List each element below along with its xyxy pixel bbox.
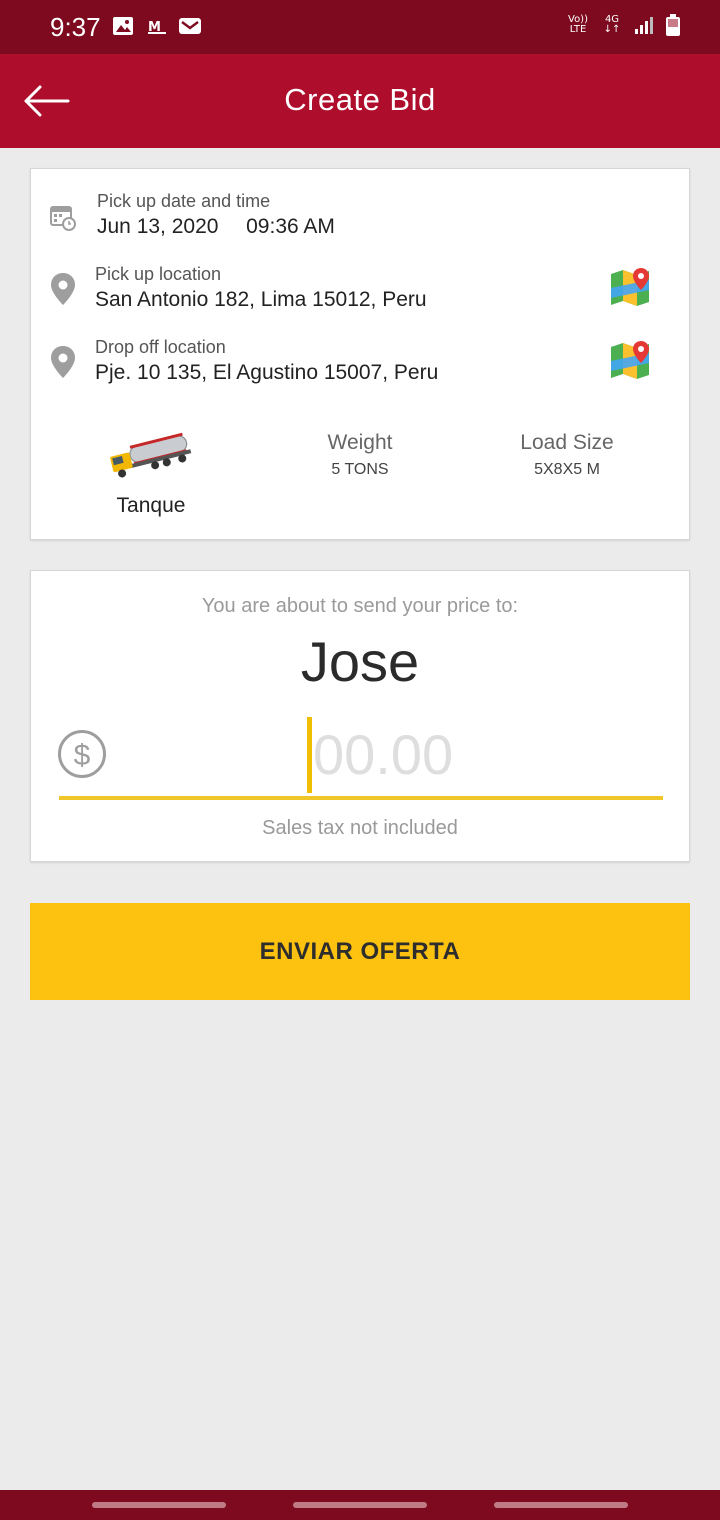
recipient-name: Jose (300, 630, 420, 693)
nav-back-handle[interactable] (494, 1502, 628, 1508)
map-icon[interactable] (609, 268, 653, 308)
price-input-underline (59, 796, 663, 800)
gmail-icon: M (148, 20, 166, 35)
status-time: 9:37 (50, 12, 101, 42)
calendar-clock-icon (50, 206, 76, 231)
dollar-icon: $ (58, 730, 106, 778)
dropoff-location-value: Pje. 10 135, El Agustino 15007, Peru (95, 361, 439, 384)
weight-value: 5 TONS (331, 461, 389, 478)
app-bar: Create Bid (0, 54, 720, 148)
pickup-datetime-row: Pick up date and time Jun 13, 2020 09:36… (31, 191, 691, 251)
weight-title: Weight (327, 431, 393, 454)
mail-icon (179, 18, 201, 34)
pickup-date: Jun 13, 2020 (97, 215, 219, 238)
trip-details-card: Pick up date and time Jun 13, 2020 09:36… (30, 168, 690, 540)
image-icon (113, 17, 133, 35)
svg-text:$: $ (74, 739, 91, 772)
nav-home-handle[interactable] (293, 1502, 427, 1508)
tanker-truck-icon (110, 432, 192, 478)
vehicle-type: Tanque (116, 494, 186, 517)
pickup-datetime-label: Pick up date and time (97, 191, 271, 211)
nav-recents-handle[interactable] (92, 1502, 226, 1508)
page-title: Create Bid (284, 82, 436, 117)
pickup-datetime-value: Jun 13, 2020 09:36 AM (97, 215, 335, 239)
dropoff-location-row: Drop off location Pje. 10 135, El Agusti… (31, 337, 691, 397)
dropoff-location-label: Drop off location (95, 337, 226, 357)
vehicle-info: Tanque (91, 431, 211, 518)
load-size-title: Load Size (520, 431, 614, 454)
load-size-value: 5X8X5 M (534, 461, 600, 478)
navigation-bar (0, 1490, 720, 1520)
tax-note: Sales tax not included (262, 817, 458, 839)
pickup-location-label: Pick up location (95, 264, 222, 284)
price-input[interactable] (309, 717, 609, 791)
network-label: 4G (604, 14, 620, 25)
location-pin-icon (51, 273, 75, 305)
send-offer-button[interactable]: ENVIAR OFERTA (30, 903, 690, 1000)
network-indicator: 4G ↓↑ (603, 14, 621, 35)
weight-info: Weight 5 TONS (270, 431, 450, 479)
status-bar: 9:37 M Vo)) LTE 4G ↓↑ (0, 0, 720, 54)
pickup-location-row: Pick up location San Antonio 182, Lima 1… (31, 264, 691, 324)
signal-icon (635, 17, 653, 34)
pickup-location-value: San Antonio 182, Lima 15012, Peru (95, 288, 427, 311)
pickup-time: 09:36 AM (246, 215, 335, 238)
status-right-icons: Vo)) LTE 4G ↓↑ (566, 14, 680, 36)
map-icon[interactable] (609, 341, 653, 381)
bid-card: You are about to send your price to: Jos… (30, 570, 690, 862)
volte-indicator: Vo)) LTE (568, 14, 588, 35)
battery-icon (666, 14, 680, 36)
load-size-info: Load Size 5X8X5 M (477, 431, 657, 479)
send-to-label: You are about to send your price to: (201, 595, 519, 617)
location-pin-icon (51, 346, 75, 378)
